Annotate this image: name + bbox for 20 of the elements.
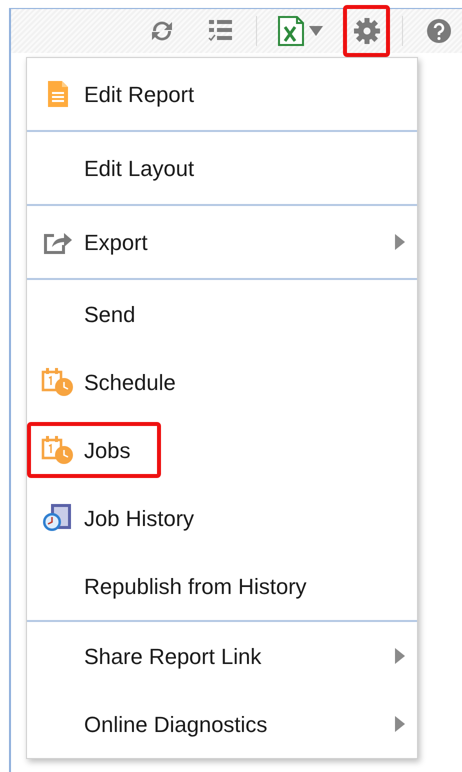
document-icon bbox=[46, 80, 68, 108]
menu-item[interactable]: Jobs bbox=[27, 416, 417, 484]
help-icon bbox=[426, 18, 452, 44]
menu-item[interactable]: Republish from History bbox=[27, 552, 417, 620]
settings-icon bbox=[352, 16, 382, 46]
menu-item[interactable]: Edit Layout bbox=[27, 132, 417, 204]
submenu-arrow-icon bbox=[395, 234, 405, 250]
submenu-arrow-icon bbox=[395, 648, 405, 664]
menu-item[interactable]: Share Report Link bbox=[27, 622, 417, 690]
calendar-clock-icon bbox=[40, 367, 74, 397]
menu-item[interactable]: Online Diagnostics bbox=[27, 690, 417, 758]
caret-icon bbox=[309, 26, 323, 36]
menu-item[interactable]: Job History bbox=[27, 484, 417, 552]
submenu-arrow-icon bbox=[395, 716, 405, 732]
menu-item[interactable]: Edit Report bbox=[27, 58, 417, 130]
menu-item[interactable]: Schedule bbox=[27, 348, 417, 416]
menu-item[interactable]: Export bbox=[27, 206, 417, 278]
menu-item[interactable]: Send bbox=[27, 280, 417, 348]
calendar-clock-icon bbox=[40, 435, 74, 465]
spreadsheet-icon bbox=[277, 15, 305, 47]
